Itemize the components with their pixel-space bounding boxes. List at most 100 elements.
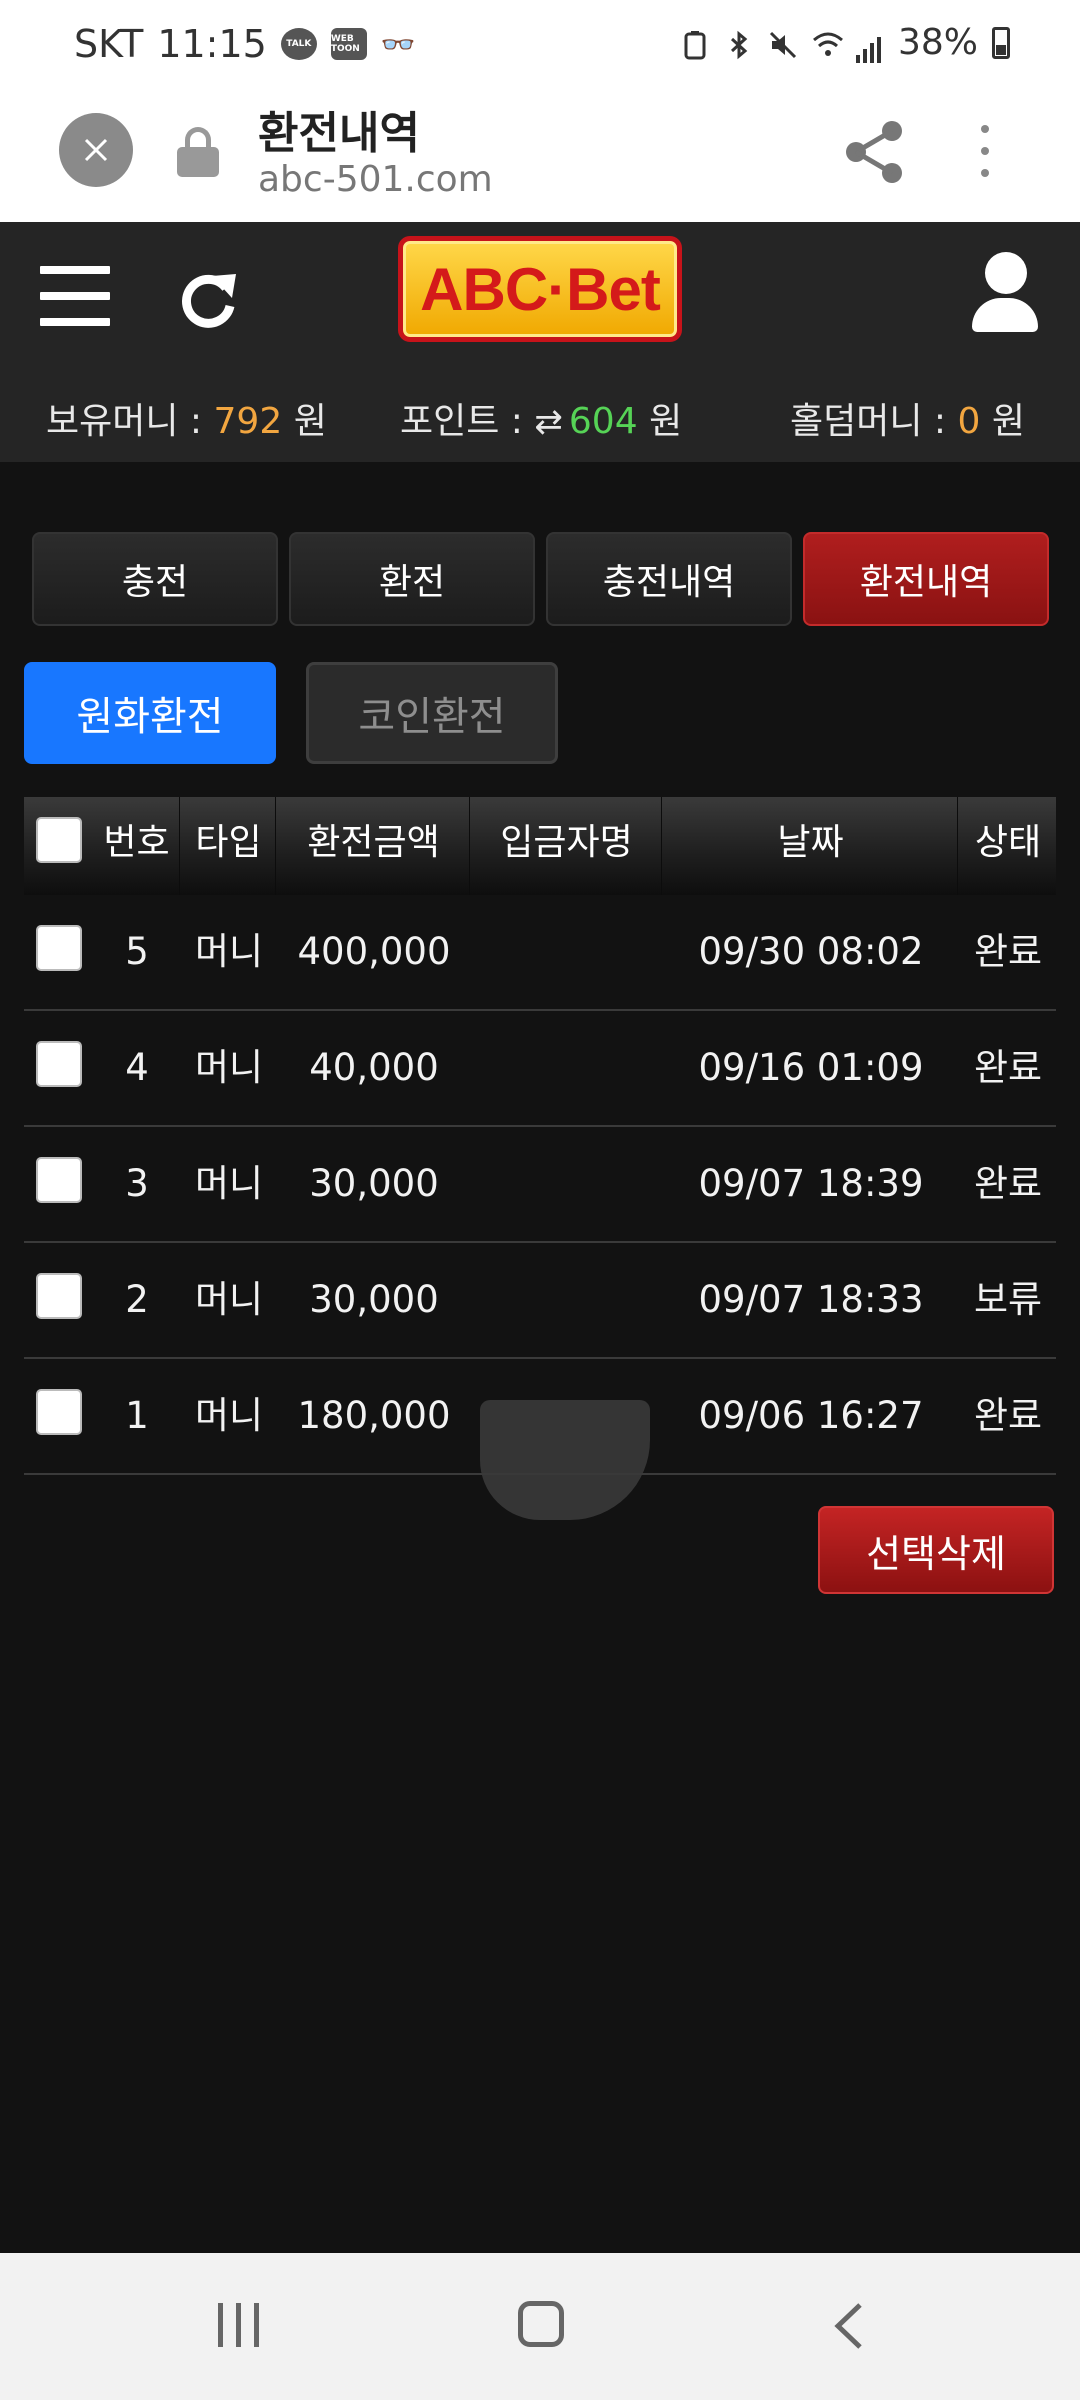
- recents-icon[interactable]: [218, 2303, 262, 2347]
- points-balance: 포인트 : ⇄ 604 원: [400, 392, 682, 444]
- column-header: 번호: [94, 797, 180, 895]
- row-checkbox[interactable]: [36, 925, 82, 971]
- battery-icon: [992, 26, 1010, 59]
- table-row[interactable]: 3 머니 30,000 09/07 18:39 완료: [24, 1127, 1056, 1243]
- row-number: 2: [125, 1278, 149, 1321]
- row-status: 보류: [973, 1278, 1043, 1321]
- row-status: 완료: [973, 1394, 1043, 1437]
- subtab-coin-exchange[interactable]: 코인환전: [306, 662, 558, 764]
- table-row[interactable]: 4 머니 40,000 09/16 01:09 완료: [24, 1011, 1056, 1127]
- mute-icon: [768, 28, 798, 58]
- close-tab-button[interactable]: [59, 113, 133, 187]
- status-bar: SKT 11:15 TALK WEB TOON 👓 38%: [0, 0, 1080, 95]
- user-icon[interactable]: [970, 252, 1040, 332]
- row-checkbox[interactable]: [36, 1041, 82, 1087]
- row-number: 1: [125, 1394, 149, 1437]
- refresh-icon[interactable]: [176, 266, 240, 330]
- holdem-value: 0: [957, 401, 981, 442]
- row-date: 09/16 01:09: [698, 1046, 924, 1089]
- lock-icon[interactable]: [177, 127, 219, 177]
- row-status: 완료: [973, 930, 1043, 973]
- system-navigation-bar: [0, 2253, 1080, 2400]
- row-type: 머니: [194, 1278, 264, 1321]
- column-header: 입금자명: [472, 797, 662, 895]
- row-checkbox[interactable]: [36, 1273, 82, 1319]
- signal-icon: [855, 22, 884, 63]
- column-header: 환전금액: [278, 797, 470, 895]
- points-label: 포인트 :: [400, 401, 523, 442]
- row-number: 5: [125, 930, 149, 973]
- battery-percent: 38%: [897, 22, 978, 63]
- carrier: SKT: [74, 22, 144, 66]
- webtoon-icon: WEB TOON: [330, 28, 367, 60]
- close-icon: [84, 138, 108, 162]
- delete-selected-button[interactable]: 선택삭제: [818, 1506, 1054, 1594]
- row-amount: 180,000: [297, 1394, 451, 1437]
- more-menu-icon[interactable]: [972, 125, 998, 185]
- row-date: 09/07 18:39: [698, 1162, 924, 1205]
- holdem-label: 홀덤머니 :: [790, 401, 947, 442]
- row-depositor: [472, 1243, 662, 1357]
- row-type: 머니: [194, 1046, 264, 1089]
- row-amount: 400,000: [297, 930, 451, 973]
- select-all-checkbox[interactable]: [36, 817, 82, 863]
- row-type: 머니: [194, 1162, 264, 1205]
- menu-icon[interactable]: [40, 266, 110, 326]
- tab-charge[interactable]: 충전: [32, 532, 278, 626]
- browser-toolbar: 환전내역 abc-501.com: [0, 95, 1080, 222]
- table-header: 번호 타입 환전금액 입금자명 날짜 상태: [24, 797, 1056, 895]
- page-url[interactable]: abc-501.com: [258, 159, 493, 200]
- holdem-balance: 홀덤머니 : 0 원: [790, 392, 1025, 444]
- money-label: 보유머니 :: [46, 401, 203, 442]
- wifi-icon: [812, 28, 843, 58]
- row-amount: 40,000: [309, 1046, 439, 1089]
- row-date: 09/06 16:27: [698, 1394, 924, 1437]
- table-row[interactable]: 5 머니 400,000 09/30 08:02 완료: [24, 895, 1056, 1011]
- row-number: 3: [125, 1162, 149, 1205]
- incognito-icon: 👓: [380, 27, 416, 61]
- column-header: 타입: [182, 797, 276, 895]
- back-icon[interactable]: [830, 2301, 870, 2351]
- row-status: 완료: [973, 1046, 1043, 1089]
- money-balance: 보유머니 : 792 원: [46, 392, 327, 444]
- clock: 11:15: [157, 22, 267, 66]
- row-number: 4: [125, 1046, 149, 1089]
- row-status: 완료: [973, 1162, 1043, 1205]
- tab-exchange-history[interactable]: 환전내역: [803, 532, 1049, 626]
- row-date: 09/07 18:33: [698, 1278, 924, 1321]
- row-amount: 30,000: [309, 1278, 439, 1321]
- tab-exchange[interactable]: 환전: [289, 532, 535, 626]
- status-left: SKT 11:15 TALK WEB TOON 👓: [74, 22, 416, 66]
- row-type: 머니: [194, 1394, 264, 1437]
- table-row[interactable]: 2 머니 30,000 09/07 18:33 보류: [24, 1243, 1056, 1359]
- points-currency: 원: [649, 401, 683, 442]
- battery-saver-icon: [680, 28, 710, 59]
- page-title: 환전내역: [258, 108, 420, 159]
- bluetooth-icon: [724, 28, 754, 59]
- money-currency: 원: [293, 401, 327, 442]
- column-header: 날짜: [664, 797, 958, 895]
- redaction-smudge: [480, 1400, 650, 1520]
- row-depositor: [472, 895, 662, 1009]
- exchange-icon[interactable]: ⇄: [534, 402, 563, 442]
- balance-bar: 보유머니 : 792 원 포인트 : ⇄ 604 원 홀덤머니 : 0 원: [0, 392, 1080, 442]
- row-type: 머니: [194, 930, 264, 973]
- site-header: ABC·Bet 보유머니 : 792 원 포인트 : ⇄ 604 원 홀덤머니 :…: [0, 222, 1080, 462]
- row-checkbox[interactable]: [36, 1389, 82, 1435]
- share-icon[interactable]: [840, 119, 910, 185]
- status-right: 38%: [680, 22, 1010, 63]
- points-value: 604: [568, 401, 638, 442]
- subtab-krw-exchange[interactable]: 원화환전: [24, 662, 276, 764]
- tab-charge-history[interactable]: 충전내역: [546, 532, 792, 626]
- site-logo[interactable]: ABC·Bet: [398, 236, 682, 342]
- holdem-currency: 원: [991, 401, 1025, 442]
- kakaotalk-icon: TALK: [280, 28, 317, 60]
- row-date: 09/30 08:02: [698, 930, 924, 973]
- logo-text: ABC·Bet: [420, 255, 661, 323]
- home-icon[interactable]: [518, 2301, 564, 2347]
- row-depositor: [472, 1011, 662, 1125]
- row-checkbox[interactable]: [36, 1157, 82, 1203]
- row-amount: 30,000: [309, 1162, 439, 1205]
- column-header: 상태: [974, 822, 1042, 863]
- row-depositor: [472, 1127, 662, 1241]
